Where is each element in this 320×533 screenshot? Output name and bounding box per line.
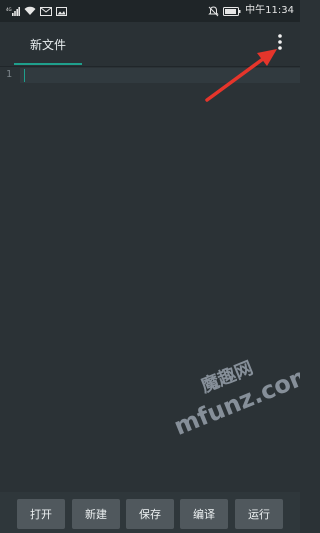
tab-new-file[interactable]: 新文件	[14, 22, 82, 66]
svg-text:4G: 4G	[6, 7, 12, 12]
compile-button[interactable]: 编译	[180, 499, 228, 529]
image-icon	[56, 6, 67, 16]
bottom-toolbar: 打开 新建 保存 编译 运行	[0, 492, 300, 533]
run-button[interactable]: 运行	[235, 499, 283, 529]
status-time: 中午11:34	[245, 5, 294, 16]
annotation-arrow-icon	[205, 49, 277, 102]
active-tab-indicator	[14, 63, 82, 65]
cellular-signal-icon: 4G	[6, 6, 20, 16]
save-button[interactable]: 保存	[126, 499, 174, 529]
new-button[interactable]: 新建	[72, 499, 120, 529]
mute-icon	[208, 5, 219, 17]
status-bar: 4G 中午11:34	[0, 0, 300, 22]
line-number-gutter: 1	[0, 67, 20, 467]
battery-icon	[223, 6, 241, 16]
app-screen: 4G 中午11:34 新文件 1 魔趣网 mfunz.com 打开 新建 保存 …	[0, 0, 300, 533]
line-number: 1	[5, 69, 13, 80]
wifi-icon	[24, 6, 36, 16]
tab-label: 新文件	[29, 37, 66, 52]
mail-icon	[40, 6, 52, 16]
status-left-icons: 4G	[6, 0, 67, 22]
open-button[interactable]: 打开	[17, 499, 65, 529]
status-right-icons: 中午11:34	[208, 0, 294, 22]
text-caret	[24, 69, 25, 82]
